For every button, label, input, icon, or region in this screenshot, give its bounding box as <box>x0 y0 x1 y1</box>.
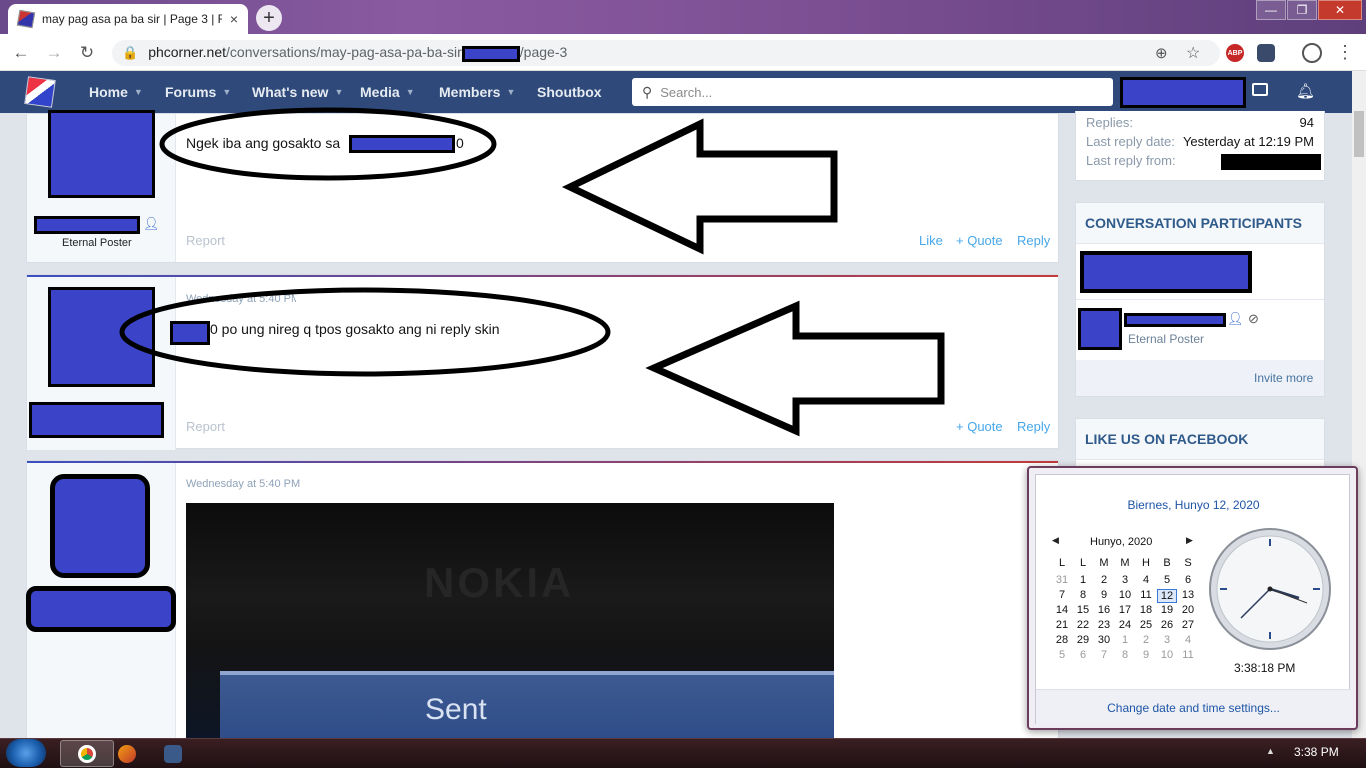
calendar-day[interactable]: 19 <box>1157 604 1177 616</box>
calendar-weekday: M <box>1099 557 1109 569</box>
calendar-day[interactable]: 21 <box>1052 619 1072 631</box>
calendar-weekday: H <box>1142 557 1150 569</box>
calendar-day[interactable]: 4 <box>1178 634 1198 646</box>
chrome-icon <box>78 744 96 763</box>
taskbar-chrome-button[interactable] <box>60 740 114 767</box>
calendar-day[interactable]: 24 <box>1115 619 1135 631</box>
annotation-arrow <box>645 300 945 437</box>
calendar-day[interactable]: 23 <box>1094 619 1114 631</box>
clock-time-text: 3:38:18 PM <box>1234 661 1296 675</box>
calendar-day[interactable]: 8 <box>1073 589 1093 601</box>
calendar-day[interactable]: 3 <box>1115 574 1135 586</box>
tray-expand-icon[interactable]: ▲ <box>1266 746 1275 756</box>
calendar-panel: Biernes, Hunyo 12, 2020 ◀ Hunyo, 2020 ▶ … <box>1035 474 1351 725</box>
calendar-day[interactable]: 11 <box>1136 589 1156 601</box>
calendar-day[interactable]: 4 <box>1136 574 1156 586</box>
calendar-day[interactable]: 18 <box>1136 604 1156 616</box>
calendar-day[interactable]: 10 <box>1157 649 1177 661</box>
taskbar-app-icon[interactable] <box>118 745 136 763</box>
analog-clock <box>1209 528 1331 650</box>
start-button[interactable] <box>6 739 46 767</box>
calendar-day[interactable]: 28 <box>1052 634 1072 646</box>
annotation-ellipse <box>159 107 497 181</box>
annotation-ellipse <box>119 287 611 377</box>
calendar-day[interactable]: 9 <box>1136 649 1156 661</box>
calendar-day[interactable]: 2 <box>1136 634 1156 646</box>
calendar-day[interactable]: 10 <box>1115 589 1135 601</box>
calendar-day[interactable]: 11 <box>1178 649 1198 661</box>
calendar-day[interactable]: 29 <box>1073 634 1093 646</box>
calendar-day[interactable]: 5 <box>1157 574 1177 586</box>
calendar-day[interactable]: 22 <box>1073 619 1093 631</box>
calendar-prev-icon[interactable]: ◀ <box>1052 535 1059 546</box>
calendar-weekday: S <box>1184 557 1192 569</box>
calendar-next-icon[interactable]: ▶ <box>1186 535 1193 546</box>
calendar-day[interactable]: 20 <box>1178 604 1198 616</box>
calendar-day[interactable]: 2 <box>1094 574 1114 586</box>
calendar-date-header[interactable]: Biernes, Hunyo 12, 2020 <box>1036 498 1351 512</box>
calendar-day[interactable]: 5 <box>1052 649 1072 661</box>
calendar-month-title[interactable]: Hunyo, 2020 <box>1090 536 1152 548</box>
taskbar-clock[interactable]: 3:38 PM <box>1294 745 1339 759</box>
calendar-weekday: L <box>1079 557 1087 569</box>
calendar-day[interactable]: 8 <box>1115 649 1135 661</box>
calendar-day[interactable]: 16 <box>1094 604 1114 616</box>
calendar-day[interactable]: 9 <box>1094 589 1114 601</box>
calendar-weekday: B <box>1163 557 1171 569</box>
calendar-day[interactable]: 13 <box>1178 589 1198 601</box>
change-date-time-link[interactable]: Change date and time settings... <box>1036 701 1351 715</box>
calendar-day[interactable]: 1 <box>1073 574 1093 586</box>
calendar-day[interactable]: 31 <box>1052 574 1072 586</box>
calendar-day[interactable]: 30 <box>1094 634 1114 646</box>
calendar-day[interactable]: 7 <box>1052 589 1072 601</box>
calendar-weekday: M <box>1120 557 1130 569</box>
calendar-day[interactable]: 12 <box>1157 589 1177 603</box>
calendar-day[interactable]: 17 <box>1115 604 1135 616</box>
calendar-popup: Biernes, Hunyo 12, 2020 ◀ Hunyo, 2020 ▶ … <box>1027 466 1358 730</box>
calendar-day[interactable]: 3 <box>1157 634 1177 646</box>
annotation-arrow <box>561 118 838 255</box>
calendar-day[interactable]: 15 <box>1073 604 1093 616</box>
calendar-day[interactable]: 7 <box>1094 649 1114 661</box>
calendar-day[interactable]: 6 <box>1073 649 1093 661</box>
calendar-day[interactable]: 1 <box>1115 634 1135 646</box>
calendar-day[interactable]: 6 <box>1178 574 1198 586</box>
calendar-weekday: L <box>1058 557 1066 569</box>
calendar-day[interactable]: 26 <box>1157 619 1177 631</box>
calendar-day[interactable]: 27 <box>1178 619 1198 631</box>
calendar-day[interactable]: 14 <box>1052 604 1072 616</box>
taskbar-app-icon[interactable] <box>164 745 182 763</box>
calendar-day[interactable]: 25 <box>1136 619 1156 631</box>
windows-taskbar <box>0 738 1366 768</box>
